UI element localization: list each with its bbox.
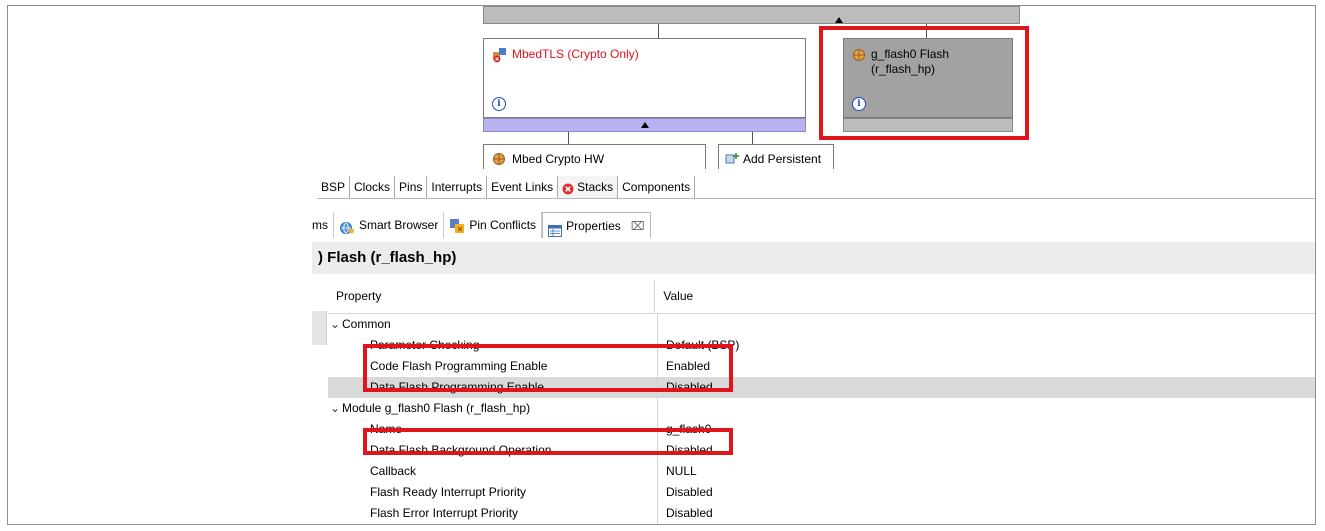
tab-stacks[interactable]: Stacks [558,176,619,198]
group-label: Module g_flash0 Flash (r_flash_hp) [342,401,531,415]
value-cell[interactable]: Enabled [658,356,1315,377]
tab-problems[interactable]: ms [312,212,334,238]
expand-arrow-icon[interactable] [641,122,649,128]
value-cell[interactable]: Disabled [658,482,1315,503]
screenshot-frame: MbedTLS (Crypto Only) i g_flash0 Flash (… [7,5,1316,525]
highlight-box [363,344,733,392]
tab-bsp[interactable]: BSP [317,176,351,198]
tab-label: Event Links [491,179,554,194]
mbedtls-title: MbedTLS (Crypto Only) [512,47,639,61]
value-cell[interactable]: g_flash0 [658,419,1315,440]
connector-line [568,132,569,144]
close-icon[interactable]: ⌧ [631,213,645,239]
collapse-arrow-icon[interactable] [835,17,843,23]
error-icon [562,181,574,195]
view-tabs: ms Smart Browser Pin Conflicts Propertie… [312,212,1315,238]
value-cell[interactable]: Disabled [658,377,1315,398]
connector-line [752,132,753,144]
value-cell [658,314,1315,335]
add-persistent-title: Add Persistent [743,152,822,166]
table-row[interactable]: Flash Error Interrupt Priority Disabled [328,503,1315,524]
tab-pins[interactable]: Pins [395,176,428,198]
pin-conflicts-icon [449,217,465,233]
smart-browser-icon [339,218,355,234]
info-icon[interactable]: i [492,97,506,111]
stack-top-bar[interactable] [483,6,1020,24]
value-cell[interactable]: NULL [658,461,1315,482]
mbedtls-module-block[interactable]: MbedTLS (Crypto Only) i [483,38,806,118]
value-cell[interactable]: Disabled [658,503,1315,524]
tab-smart-browser[interactable]: Smart Browser [334,212,445,238]
tab-pin-conflicts[interactable]: Pin Conflicts [444,212,543,238]
tab-label: Properties [566,218,621,233]
connector-line [658,24,659,38]
chevron-down-icon[interactable]: ⌄ [328,314,342,335]
property-cell: Flash Error Interrupt Priority [328,503,658,524]
module-icon [492,152,506,166]
properties-side-strip [312,311,327,345]
tab-clocks[interactable]: Clocks [350,176,396,198]
group-row-module[interactable]: ⌄ Module g_flash0 Flash (r_flash_hp) [328,398,1315,419]
tab-event-links[interactable]: Event Links [487,176,559,198]
tab-label: Stacks [577,179,614,194]
tab-label: Smart Browser [359,218,439,232]
group-row-common[interactable]: ⌄ Common [328,314,1315,335]
tab-label: ms [312,218,328,232]
tab-label: Components [622,179,691,194]
tab-properties[interactable]: Properties ⌧ [542,212,651,238]
table-row[interactable]: Flash Ready Interrupt Priority Disabled [328,482,1315,503]
table-row[interactable]: Callback NULL [328,461,1315,482]
module-error-icon [492,47,508,63]
value-cell[interactable]: Disabled [658,440,1315,461]
mbed-crypto-hw-title: Mbed Crypto HW [512,152,605,166]
highlight-box [363,428,733,455]
property-cell: Callback [328,461,658,482]
properties-title: ) Flash (r_flash_hp) [312,242,1315,274]
value-cell [658,398,1315,419]
tab-components[interactable]: Components [618,176,696,198]
tab-label: BSP [321,179,346,194]
tab-label: Clocks [354,179,391,194]
group-cell: ⌄ Module g_flash0 Flash (r_flash_hp) [328,398,658,419]
property-cell: Flash Ready Interrupt Priority [328,482,658,503]
value-cell[interactable]: Default (BSP) [658,335,1315,356]
properties-icon [548,220,563,237]
highlight-box [819,26,1029,140]
tab-label: Pins [399,179,423,194]
column-header-value[interactable]: Value [655,279,1315,313]
tab-interrupts[interactable]: Interrupts [427,176,488,198]
tab-label: Interrupts [431,179,483,194]
tab-label: Pin Conflicts [469,218,537,232]
column-header-property[interactable]: Property [328,279,656,313]
group-cell: ⌄ Common [328,314,658,335]
chevron-down-icon[interactable]: ⌄ [328,398,342,419]
table-header: Property Value [328,279,1315,314]
configuration-tabs: BSP Clocks Pins Interrupts Event Links S… [317,176,1315,199]
properties-table: Property Value ⌄ Common Parameter Checkin… [328,279,1315,524]
add-module-icon [725,152,739,166]
group-label: Common [342,317,391,331]
